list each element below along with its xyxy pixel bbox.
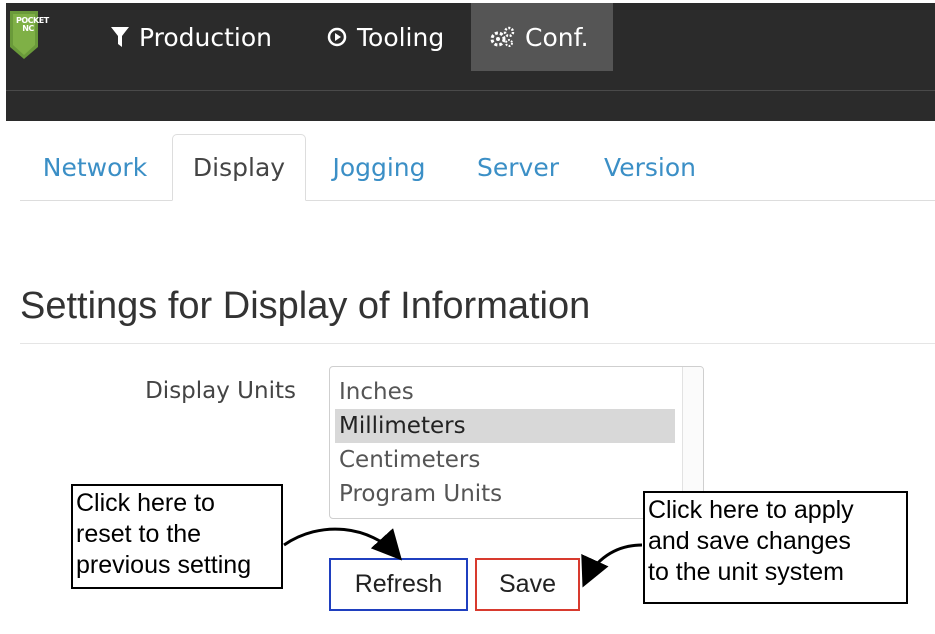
display-units-label: Display Units — [145, 378, 296, 404]
tab-server[interactable]: Server — [458, 134, 578, 201]
tabs-divider — [20, 200, 935, 201]
save-button[interactable]: Save — [475, 558, 580, 611]
logo-text: POCKET NC — [16, 16, 49, 33]
nav-tooling-label: Tooling — [357, 22, 445, 52]
settings-tabs: Network Display Jogging Server Version — [20, 134, 935, 201]
annotation-line: to the unit system — [648, 558, 844, 586]
refresh-button[interactable]: Refresh — [329, 558, 468, 611]
save-arrow — [581, 543, 643, 588]
page-title: Settings for Display of Information — [20, 285, 591, 327]
tab-jogging[interactable]: Jogging — [314, 134, 444, 201]
option-program-units[interactable]: Program Units — [335, 477, 675, 511]
tab-display[interactable]: Display — [172, 134, 306, 201]
nav-tooling[interactable]: Tooling — [309, 3, 462, 71]
annotation-line: Click here to — [76, 489, 215, 517]
save-annotation-callout: Click here to apply and save changes to … — [643, 491, 908, 604]
nav-conf-label: Conf. — [525, 22, 589, 52]
annotation-line: Click here to apply — [648, 496, 854, 524]
play-circle-icon — [327, 27, 347, 47]
top-navbar: POCKET NC Production Tooling Conf. — [6, 3, 935, 121]
annotation-line: previous setting — [76, 551, 252, 579]
annotation-line: reset to the — [76, 520, 202, 548]
gears-icon — [489, 26, 515, 48]
title-divider — [20, 343, 935, 344]
refresh-annotation-callout: Click here to reset to the previous sett… — [71, 484, 283, 589]
refresh-arrow — [283, 527, 403, 561]
tab-version[interactable]: Version — [590, 134, 710, 201]
nav-conf[interactable]: Conf. — [471, 3, 613, 71]
nav-production-label: Production — [139, 22, 273, 52]
option-inches[interactable]: Inches — [335, 375, 675, 409]
filter-icon — [111, 27, 129, 47]
annotation-line: and save changes — [648, 527, 851, 555]
navbar-divider — [6, 90, 935, 91]
pocket-nc-logo[interactable]: POCKET NC — [10, 11, 49, 61]
nav-production[interactable]: Production — [93, 3, 290, 71]
option-millimeters[interactable]: Millimeters — [335, 409, 675, 443]
tab-network[interactable]: Network — [20, 134, 170, 201]
option-centimeters[interactable]: Centimeters — [335, 443, 675, 477]
